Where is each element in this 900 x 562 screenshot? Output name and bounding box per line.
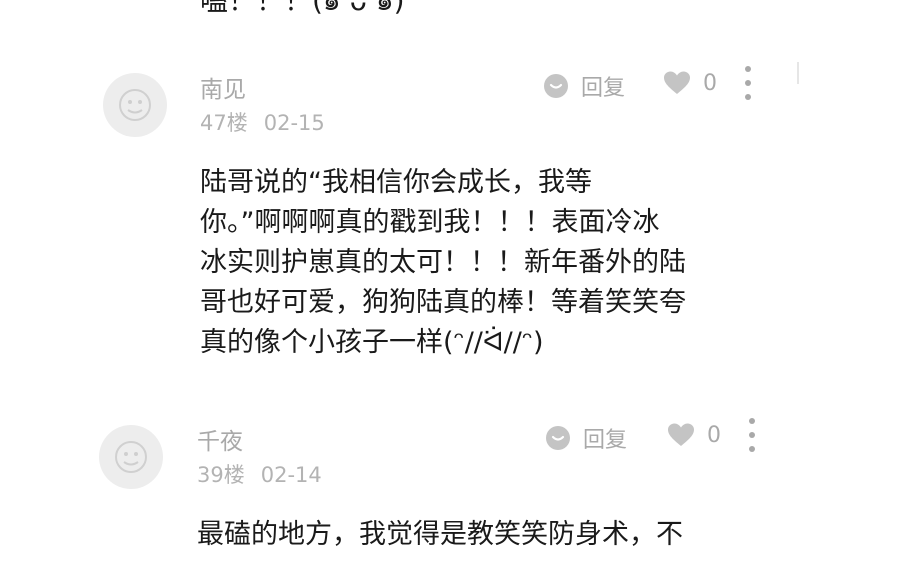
comment-username[interactable]: 千夜: [197, 422, 243, 456]
comment-meta: 39楼 02-14: [197, 459, 322, 489]
default-avatar-icon[interactable]: [103, 73, 167, 137]
default-avatar-icon[interactable]: [99, 425, 163, 489]
comment-line: 真的像个小孩子一样(ᵔ//ᐛ//ᵔ): [200, 327, 544, 358]
comment-line: 陆哥说的“我相信你会成长，我等: [200, 167, 592, 198]
comment-floor: 47楼: [200, 111, 248, 135]
vertical-dots-icon[interactable]: [746, 418, 758, 452]
reply-label: 回复: [583, 428, 628, 453]
like-button[interactable]: 0: [663, 70, 717, 96]
reply-button[interactable]: 回复: [543, 70, 625, 102]
heart-icon: [667, 422, 695, 448]
comment-floor: 39楼: [197, 463, 245, 487]
reply-button[interactable]: 回复: [545, 422, 627, 454]
heart-icon: [663, 70, 691, 96]
previous-comment-text: 嗑！！！(๑❛ᴗ❛๑): [200, 0, 405, 17]
like-button[interactable]: 0: [667, 422, 721, 448]
comment-line: 冰实则护崽真的太可！！！新年番外的陆: [200, 247, 686, 278]
comment-body: 陆哥说的“我相信你会成长，我等 你。”啊啊啊真的戳到我！！！表面冷冰 冰实则护崽…: [200, 163, 760, 363]
comment-feed: 嗑！！！(๑❛ᴗ❛๑) 南见 47楼 02-15 回复 0 陆哥说的“我相信你会…: [0, 0, 900, 562]
like-count: 0: [703, 70, 717, 96]
scroll-indicator[interactable]: [797, 62, 799, 84]
comment-line: 你。”啊啊啊真的戳到我！！！表面冷冰: [200, 207, 660, 238]
reply-label: 回复: [581, 76, 626, 101]
comment-line: 最磕的地方，我觉得是教笑笑防身术，不: [197, 519, 683, 550]
vertical-dots-icon[interactable]: [742, 66, 754, 100]
comment-bubble-icon: [543, 73, 569, 99]
comment-body: 最磕的地方，我觉得是教笑笑防身术，不: [197, 515, 757, 555]
comment-meta: 47楼 02-15: [200, 107, 325, 137]
comment-line: 哥也好可爱，狗狗陆真的棒！等着笑笑夸: [200, 287, 686, 318]
comment-date: 02-15: [263, 111, 325, 135]
like-count: 0: [707, 422, 721, 448]
comment-username[interactable]: 南见: [200, 70, 246, 104]
comment-bubble-icon: [545, 425, 571, 451]
comment-date: 02-14: [260, 463, 322, 487]
